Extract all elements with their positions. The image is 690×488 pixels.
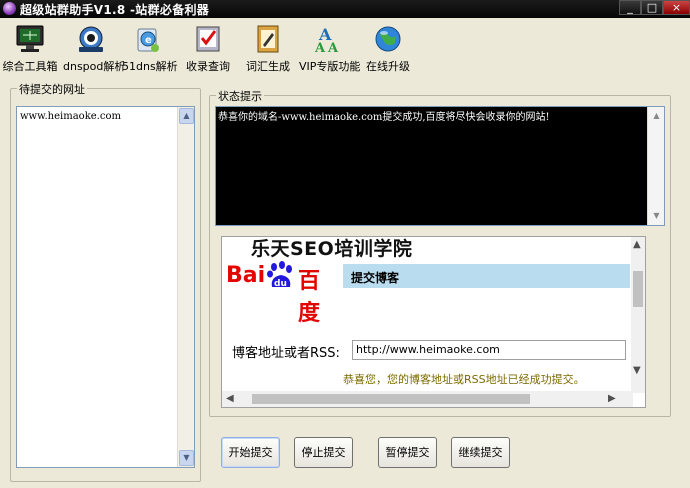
monitor-toolbox-icon (15, 23, 45, 55)
url-list-scrollbar[interactable]: ▲ ▼ (177, 107, 194, 467)
chevron-down-icon: ▼ (633, 365, 641, 376)
embedded-preview: 乐天SEO培训学院 Bai du 百度 提交博客 博客地址或者RSS: http… (221, 236, 646, 408)
font-tool-icon: A A A (313, 23, 343, 56)
paw-text: du (274, 279, 287, 289)
toolbar-item-label: dnspod解析 (63, 60, 126, 73)
maximize-button[interactable]: □ (641, 0, 663, 15)
status-message: 恭喜你的域名-www.heimaoke.com提交成功,百度将尽快会收录你的网站… (218, 112, 550, 123)
toolbar-item-51dns[interactable]: e 51dns解析 (122, 23, 178, 74)
toolbar-item-label: 收录查询 (186, 60, 230, 73)
globe-update-icon (373, 23, 403, 55)
toolbar-item-label: 在线升级 (366, 60, 410, 73)
dns-globe-icon: e (133, 23, 163, 55)
blog-url-field: http://www.heimaoke.com (352, 340, 626, 360)
paw-icon: du (267, 261, 292, 289)
toolbar-item-label: 51dns解析 (122, 60, 178, 73)
toolbar-item-toolbox[interactable]: 综合工具箱 (2, 23, 58, 74)
baidu-logo-right: 百度 (298, 269, 321, 326)
toolbar-item-label: 综合工具箱 (2, 60, 58, 73)
scroll-thumb (633, 271, 643, 307)
checklist-icon (193, 23, 223, 55)
notepad-icon (253, 23, 283, 55)
scroll-up-button[interactable]: ▲ (649, 108, 664, 124)
preview-horizontal-scrollbar: ◀ ▶ (222, 391, 633, 407)
svg-text:A: A (314, 41, 326, 55)
toolbar-item-online-update[interactable]: 在线升级 (363, 23, 413, 74)
blog-url-label: 博客地址或者RSS: (232, 346, 340, 361)
pending-urls-list[interactable]: www.heimaoke.com ▲ ▼ (16, 106, 195, 468)
console-scrollbar[interactable]: ▲ ▼ (647, 107, 664, 225)
close-button[interactable]: × (663, 0, 690, 15)
minimize-button[interactable]: _ (619, 0, 641, 15)
submit-blog-header: 提交博客 (343, 264, 630, 288)
pending-urls-title: 待提交的网址 (17, 81, 87, 97)
title-bar: 超级站群助手V1.8 -站群必备利器 _ □ × (0, 0, 690, 18)
svg-text:e: e (145, 35, 152, 46)
scroll-down-button[interactable]: ▼ (649, 208, 664, 224)
chevron-left-icon: ◀ (226, 393, 234, 404)
toolbar: 综合工具箱 dnspod解析 e 51dns解析 收录查询 词汇生成 A A A… (0, 19, 690, 77)
success-message: 恭喜您，您的博客地址或RSS地址已经成功提交。 (343, 373, 585, 386)
scroll-down-button[interactable]: ▼ (179, 450, 194, 466)
blog-url-value: http://www.heimaoke.com (356, 343, 500, 356)
resume-submit-button[interactable]: 继续提交 (451, 437, 510, 468)
toolbar-item-word-generator[interactable]: 词汇生成 (243, 23, 293, 74)
toolbar-item-index-query[interactable]: 收录查询 (183, 23, 233, 74)
status-console[interactable]: 恭喜你的域名-www.heimaoke.com提交成功,百度将尽快会收录你的网站… (215, 106, 665, 226)
window-title: 超级站群助手V1.8 -站群必备利器 (20, 3, 210, 17)
status-title: 状态提示 (216, 88, 264, 104)
toolbar-item-vip[interactable]: A A A VIP专版功能 (299, 23, 361, 74)
chevron-up-icon: ▲ (633, 239, 641, 250)
svg-text:A: A (327, 41, 339, 55)
toolbar-item-label: VIP专版功能 (299, 60, 361, 73)
submit-blog-title: 提交博客 (351, 271, 400, 285)
watermark-text: 乐天SEO培训学院 (251, 238, 413, 260)
baidu-logo-left: Bai (226, 263, 266, 288)
pause-submit-button[interactable]: 暂停提交 (378, 437, 437, 468)
stop-submit-button[interactable]: 停止提交 (294, 437, 353, 468)
toolbar-item-label: 词汇生成 (246, 60, 290, 73)
chevron-right-icon: ▶ (608, 393, 616, 404)
app-icon (3, 2, 16, 15)
baidu-logo: Bai du 百度 (226, 261, 338, 326)
list-item[interactable]: www.heimaoke.com (20, 111, 121, 122)
start-submit-button[interactable]: 开始提交 (221, 437, 280, 468)
dnspod-icon (76, 23, 106, 55)
scroll-thumb (252, 394, 530, 404)
scroll-up-button[interactable]: ▲ (179, 108, 194, 124)
preview-vertical-scrollbar: ▲ ▼ (631, 237, 645, 393)
toolbar-item-dnspod[interactable]: dnspod解析 (63, 23, 126, 74)
